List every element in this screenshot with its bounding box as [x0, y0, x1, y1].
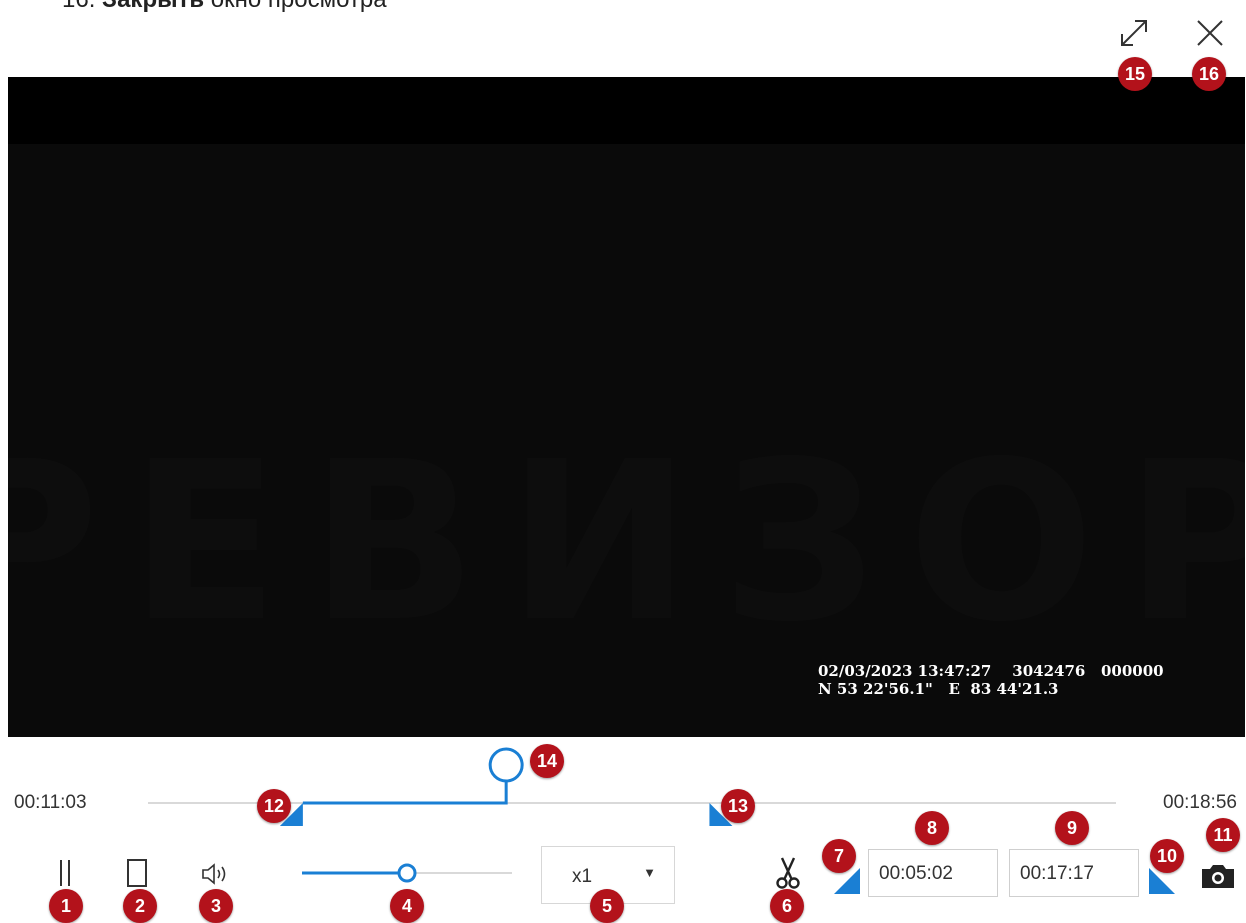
caption-number: 16. — [62, 0, 95, 13]
volume-knob — [397, 863, 417, 883]
chevron-down-icon: ▼ — [643, 865, 656, 880]
expand-button[interactable] — [1114, 13, 1154, 53]
stop-icon — [127, 859, 147, 887]
video-viewport[interactable]: РЕВИЗОР 02/03/2023 13:47:27 3042476 0000… — [8, 77, 1245, 737]
clip-range — [302, 781, 508, 805]
osd-coordinates: N 53 22'56.1" E 83 44'21.3 — [818, 680, 1059, 698]
speaker-icon — [202, 863, 226, 885]
badge-16: 16 — [1192, 57, 1226, 91]
current-time: 00:11:03 — [14, 792, 87, 813]
volume-button[interactable] — [198, 857, 232, 891]
pause-icon — [60, 860, 70, 886]
timeline-track[interactable] — [148, 802, 1116, 804]
expand-icon — [1121, 20, 1147, 46]
document-caption: 16. Закрыть окно просмотра — [62, 0, 387, 14]
badge-14: 14 — [530, 744, 564, 778]
badge-13: 13 — [721, 789, 755, 823]
badge-12: 12 — [257, 789, 291, 823]
cut-button[interactable] — [768, 852, 808, 892]
badge-11: 11 — [1206, 818, 1240, 852]
close-button[interactable] — [1190, 13, 1230, 53]
total-time: 00:18:56 — [1163, 792, 1237, 813]
osd-datetime: 02/03/2023 13:47:27 3042476 000000 — [818, 662, 1164, 680]
badge-7: 7 — [822, 839, 856, 873]
stop-button[interactable] — [122, 855, 152, 891]
snapshot-button[interactable] — [1196, 859, 1240, 893]
badge-15: 15 — [1118, 57, 1152, 91]
clip-end-time-field[interactable]: 00:17:17 — [1009, 849, 1139, 897]
caption-bold: Закрыть — [102, 0, 204, 13]
clip-start-time-field[interactable]: 00:05:02 — [868, 849, 998, 897]
video-frame: РЕВИЗОР — [8, 144, 1245, 737]
caption-text: окно просмотра — [204, 0, 387, 13]
badge-10: 10 — [1150, 839, 1184, 873]
playhead-handle — [488, 747, 524, 783]
camera-icon — [1202, 865, 1234, 888]
pause-button[interactable] — [50, 855, 80, 891]
badge-9: 9 — [1055, 811, 1089, 845]
watermark: РЕВИЗОР — [8, 414, 1245, 670]
scissors-icon — [776, 857, 800, 889]
volume-slider[interactable] — [300, 858, 520, 888]
badge-8: 8 — [915, 811, 949, 845]
speed-value: x1 — [572, 866, 593, 887]
close-icon — [1197, 20, 1223, 46]
video-osd: 02/03/2023 13:47:27 3042476 000000 N 53 … — [818, 662, 1164, 698]
